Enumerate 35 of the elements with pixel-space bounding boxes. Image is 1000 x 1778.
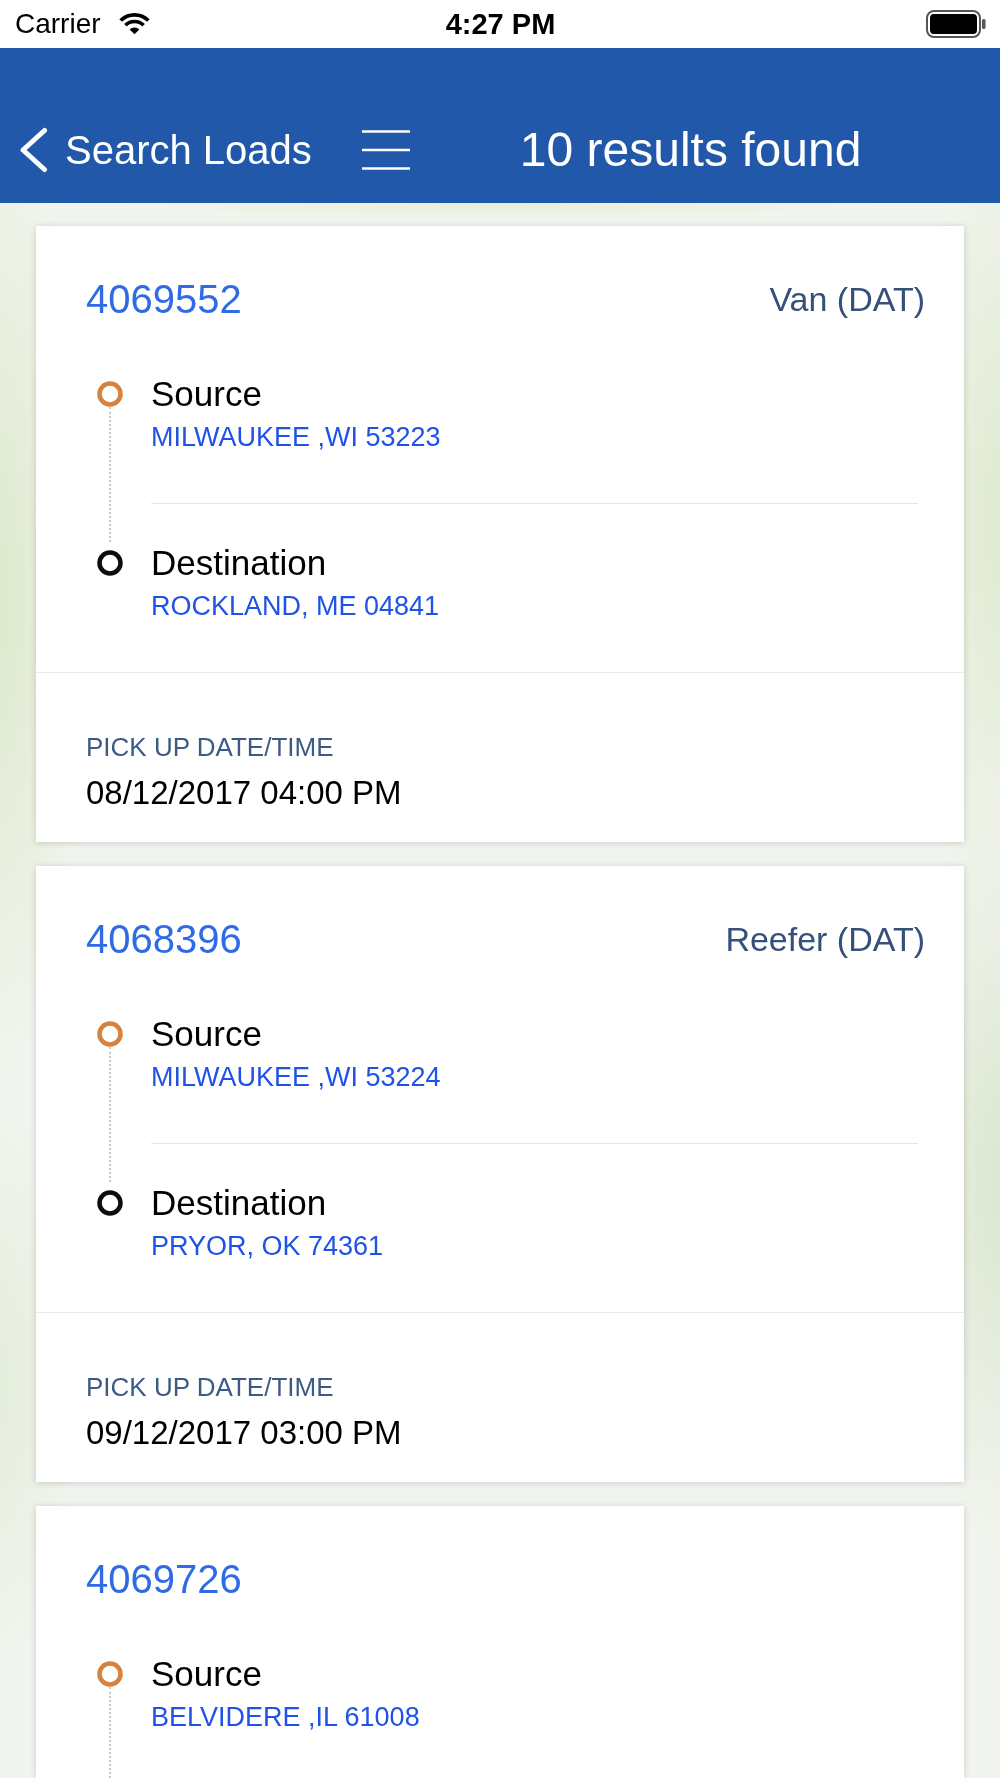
load-id: 4068396 bbox=[86, 916, 242, 963]
stop-location: ROCKLAND, ME 04841 bbox=[151, 590, 441, 623]
battery-icon bbox=[926, 10, 986, 38]
pickup-datetime: 09/12/2017 03:00 PM bbox=[86, 1413, 403, 1453]
load-card[interactable]: 4069552 Van (DAT) Source MILWAUKEE ,WI 53223 Destination ROCKLAND, ME 04841 PICK UP DATE/TIME 08/12/2017 04:00 PM bbox=[36, 226, 964, 842]
ring-icon bbox=[97, 1661, 123, 1687]
stop-location: MILWAUKEE ,WI 53223 bbox=[151, 421, 442, 454]
load-id: 4069726 bbox=[86, 1556, 242, 1603]
stop-label: Source bbox=[151, 1013, 263, 1055]
stop-label: Source bbox=[151, 1653, 263, 1695]
ring-icon bbox=[97, 550, 123, 576]
menu-icon[interactable] bbox=[361, 130, 410, 170]
stop-location: PRYOR, OK 74361 bbox=[151, 1230, 385, 1263]
pickup-datetime: 08/12/2017 04:00 PM bbox=[86, 773, 403, 813]
ring-icon bbox=[97, 1021, 123, 1047]
pickup-label: PICK UP DATE/TIME bbox=[86, 1371, 335, 1404]
stop-label: Destination bbox=[151, 1182, 328, 1224]
chevron-left-icon bbox=[19, 127, 48, 173]
equipment-type: Reefer (DAT) bbox=[725, 919, 925, 960]
stop-location: BELVIDERE ,IL 61008 bbox=[151, 1701, 421, 1734]
stop-label: Source bbox=[151, 373, 263, 415]
carrier-name: Carrier bbox=[15, 7, 101, 41]
status-time: 4:27 PM bbox=[445, 7, 556, 41]
ring-icon bbox=[97, 1190, 123, 1216]
back-button[interactable]: Search Loads bbox=[19, 125, 312, 175]
wifi-icon bbox=[118, 12, 150, 36]
ring-icon bbox=[97, 381, 123, 407]
pickup-label: PICK UP DATE/TIME bbox=[86, 731, 335, 764]
load-id: 4069552 bbox=[86, 276, 242, 323]
stop-location: MILWAUKEE ,WI 53224 bbox=[151, 1061, 442, 1094]
nav-title: 10 results found bbox=[519, 122, 862, 178]
stop-label: Destination bbox=[151, 542, 328, 584]
load-card[interactable]: 4068396 Reefer (DAT) Source MILWAUKEE ,WI 53224 Destination PRYOR, OK 74361 PICK UP DATE/TIME 09/12/2017 03:00 PM bbox=[36, 866, 964, 1482]
equipment-type: Van (DAT) bbox=[769, 279, 925, 320]
load-card[interactable]: 4069726 Source BELVIDERE ,IL 61008 bbox=[36, 1506, 964, 1778]
